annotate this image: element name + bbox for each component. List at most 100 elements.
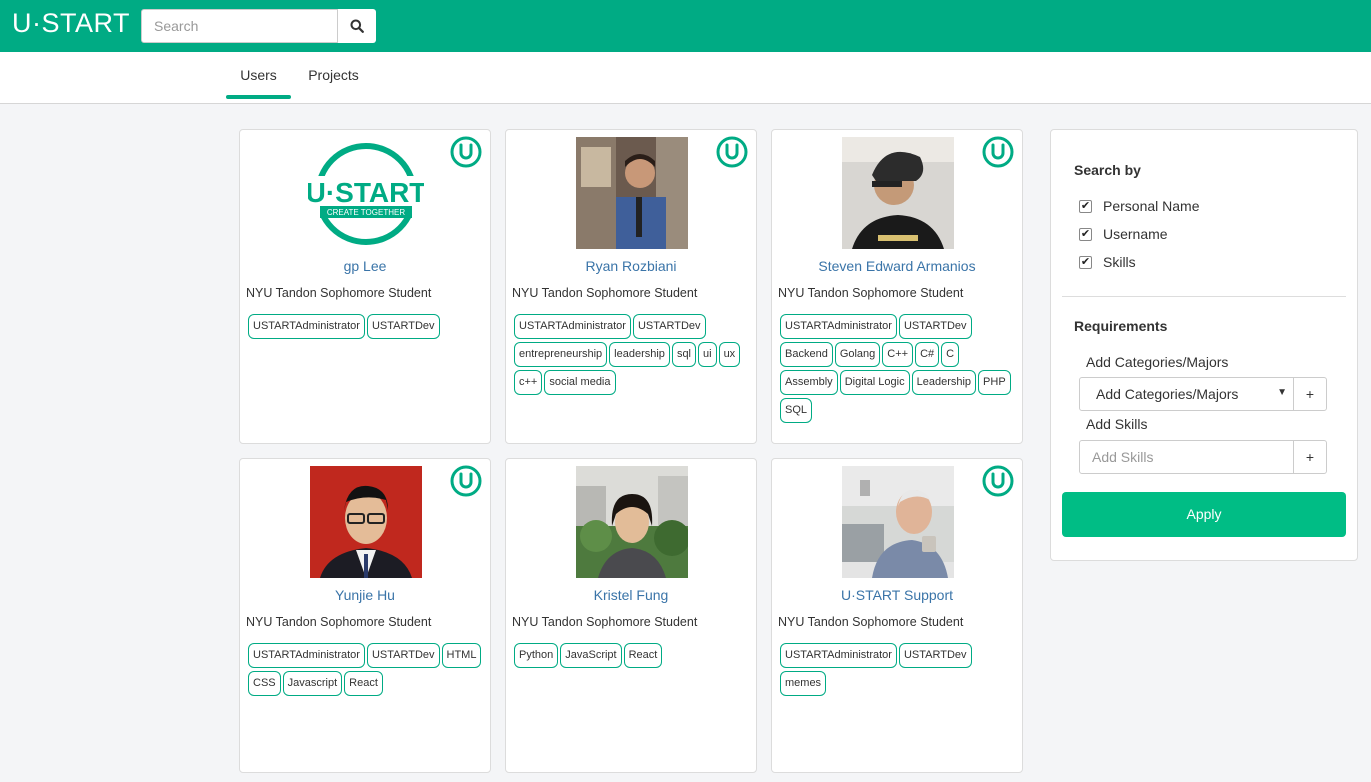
user-card[interactable]: Ryan Rozbiani NYU Tandon Sophomore Stude… bbox=[505, 129, 757, 444]
skill-tag[interactable]: ux bbox=[718, 342, 741, 367]
profile-photo bbox=[842, 137, 954, 249]
skill-tag[interactable]: C++ bbox=[882, 342, 914, 367]
user-subtitle: NYU Tandon Sophomore Student bbox=[778, 286, 964, 300]
checkbox-username[interactable]: ✔ Username bbox=[1079, 224, 1168, 244]
skill-tag[interactable]: Backend bbox=[780, 342, 833, 367]
skill-tag[interactable]: Golang bbox=[834, 342, 881, 367]
profile-photo bbox=[310, 466, 422, 578]
user-name[interactable]: Kristel Fung bbox=[506, 587, 756, 603]
skill-tags: USTARTAdministrator USTARTDev memes bbox=[780, 643, 1016, 696]
chevron-down-icon: ▼ bbox=[1277, 387, 1287, 398]
categories-label: Add Categories/Majors bbox=[1086, 354, 1229, 370]
active-tab-indicator bbox=[226, 95, 291, 99]
user-subtitle: NYU Tandon Sophomore Student bbox=[246, 615, 432, 629]
search-input[interactable] bbox=[142, 10, 338, 42]
tab-projects[interactable]: Projects bbox=[297, 52, 370, 100]
ustart-badge-icon bbox=[450, 465, 482, 497]
skill-tag[interactable]: USTARTDev bbox=[366, 314, 440, 339]
skills-input[interactable] bbox=[1079, 440, 1294, 474]
checkbox-icon[interactable]: ✔ bbox=[1079, 199, 1092, 213]
user-name[interactable]: Ryan Rozbiani bbox=[506, 258, 756, 274]
skill-tag[interactable]: Digital Logic bbox=[839, 370, 910, 395]
checkbox-icon[interactable]: ✔ bbox=[1079, 255, 1092, 269]
skill-tag[interactable]: CSS bbox=[248, 671, 281, 696]
profile-photo bbox=[576, 466, 688, 578]
skill-tag[interactable]: USTARTAdministrator bbox=[514, 314, 631, 339]
user-card[interactable]: Kristel Fung NYU Tandon Sophomore Studen… bbox=[505, 458, 757, 773]
checkbox-label: Skills bbox=[1103, 254, 1136, 270]
skill-tag[interactable]: Python bbox=[514, 643, 559, 668]
add-skill-button[interactable]: + bbox=[1293, 440, 1327, 474]
search-by-title: Search by bbox=[1074, 162, 1141, 178]
user-name[interactable]: Steven Edward Armanios bbox=[772, 258, 1022, 274]
skill-tags: Python JavaScript React bbox=[514, 643, 750, 668]
skill-tag[interactable]: USTARTDev bbox=[366, 643, 440, 668]
user-name[interactable]: gp Lee bbox=[240, 258, 490, 274]
logo-subtext: CREATE TOGETHER bbox=[327, 208, 405, 217]
skill-tag[interactable]: sql bbox=[671, 342, 696, 367]
tab-users[interactable]: Users bbox=[226, 52, 291, 100]
skill-tag[interactable]: React bbox=[344, 671, 383, 696]
user-card[interactable]: Steven Edward Armanios NYU Tandon Sophom… bbox=[771, 129, 1023, 444]
skill-tag[interactable]: HTML bbox=[441, 643, 482, 668]
skill-tag[interactable]: USTARTDev bbox=[898, 643, 972, 668]
search-icon bbox=[350, 19, 364, 33]
logo-text: U·START bbox=[308, 177, 424, 208]
add-category-button[interactable]: + bbox=[1293, 377, 1327, 411]
divider bbox=[1062, 296, 1346, 297]
skill-tag[interactable]: USTARTDev bbox=[898, 314, 972, 339]
skill-tag[interactable]: memes bbox=[780, 671, 827, 696]
skill-tag[interactable]: React bbox=[623, 643, 663, 668]
user-name[interactable]: Yunjie Hu bbox=[240, 587, 490, 603]
skill-tag[interactable]: Javascript bbox=[282, 671, 343, 696]
user-subtitle: NYU Tandon Sophomore Student bbox=[246, 286, 432, 300]
search-button[interactable] bbox=[337, 9, 376, 43]
ustart-badge-icon bbox=[982, 136, 1014, 168]
skill-tag[interactable]: Assembly bbox=[780, 370, 838, 395]
profile-photo bbox=[842, 466, 954, 578]
user-card[interactable]: U·START Support NYU Tandon Sophomore Stu… bbox=[771, 458, 1023, 773]
checkbox-label: Personal Name bbox=[1103, 198, 1200, 214]
apply-button[interactable]: Apply bbox=[1062, 492, 1346, 537]
user-subtitle: NYU Tandon Sophomore Student bbox=[512, 286, 698, 300]
skill-tag[interactable]: C bbox=[941, 342, 960, 367]
skill-tags: USTARTAdministrator USTARTDev bbox=[248, 314, 484, 339]
brand-logo[interactable]: U·START bbox=[12, 8, 130, 39]
ustart-badge-icon bbox=[716, 136, 748, 168]
skill-tag[interactable]: Leadership bbox=[911, 370, 977, 395]
user-subtitle: NYU Tandon Sophomore Student bbox=[778, 615, 964, 629]
skill-tags: USTARTAdministrator USTARTDev entrepreneur… bbox=[514, 314, 750, 395]
categories-select[interactable]: Add Categories/Majors ▼ bbox=[1079, 377, 1294, 411]
skill-tag[interactable]: c++ bbox=[514, 370, 543, 395]
categories-select-value: Add Categories/Majors bbox=[1096, 386, 1239, 402]
skill-tags: USTARTAdministrator USTARTDev Backend Golan… bbox=[780, 314, 1016, 423]
skill-tag[interactable]: C# bbox=[915, 342, 940, 367]
checkbox-icon[interactable]: ✔ bbox=[1079, 227, 1092, 241]
skill-tags: USTARTAdministrator USTARTDev HTML CSS Javas… bbox=[248, 643, 484, 696]
skill-tag[interactable]: ui bbox=[698, 342, 717, 367]
requirements-title: Requirements bbox=[1074, 318, 1168, 334]
skill-tag[interactable]: JavaScript bbox=[560, 643, 622, 668]
tab-bar: Users Projects bbox=[0, 52, 1371, 104]
checkbox-skills[interactable]: ✔ Skills bbox=[1079, 252, 1136, 272]
skill-tag[interactable]: social media bbox=[544, 370, 616, 395]
search-bar bbox=[141, 9, 376, 43]
skill-tag[interactable]: leadership bbox=[609, 342, 670, 367]
skill-tag[interactable]: USTARTAdministrator bbox=[248, 643, 365, 668]
skill-tag[interactable]: USTARTAdministrator bbox=[780, 314, 897, 339]
skill-tag[interactable]: SQL bbox=[780, 398, 813, 423]
checkbox-personal-name[interactable]: ✔ Personal Name bbox=[1079, 196, 1200, 216]
user-card[interactable]: U·START CREATE TOGETHER gp Lee NYU Tando… bbox=[239, 129, 491, 444]
skill-tag[interactable]: USTARTDev bbox=[632, 314, 706, 339]
skill-tag[interactable]: USTARTAdministrator bbox=[248, 314, 365, 339]
user-name[interactable]: U·START Support bbox=[772, 587, 1022, 603]
profile-photo bbox=[576, 137, 688, 249]
ustart-logo-image: U·START CREATE TOGETHER bbox=[308, 140, 424, 248]
user-card[interactable]: Yunjie Hu NYU Tandon Sophomore Student U… bbox=[239, 458, 491, 773]
filter-panel: Search by ✔ Personal Name ✔ Username ✔ S… bbox=[1050, 129, 1358, 561]
skill-tag[interactable]: USTARTAdministrator bbox=[780, 643, 897, 668]
skills-label: Add Skills bbox=[1086, 416, 1148, 432]
skill-tag[interactable]: PHP bbox=[978, 370, 1011, 395]
skill-tag[interactable]: entrepreneurship bbox=[514, 342, 608, 367]
ustart-badge-icon bbox=[982, 465, 1014, 497]
